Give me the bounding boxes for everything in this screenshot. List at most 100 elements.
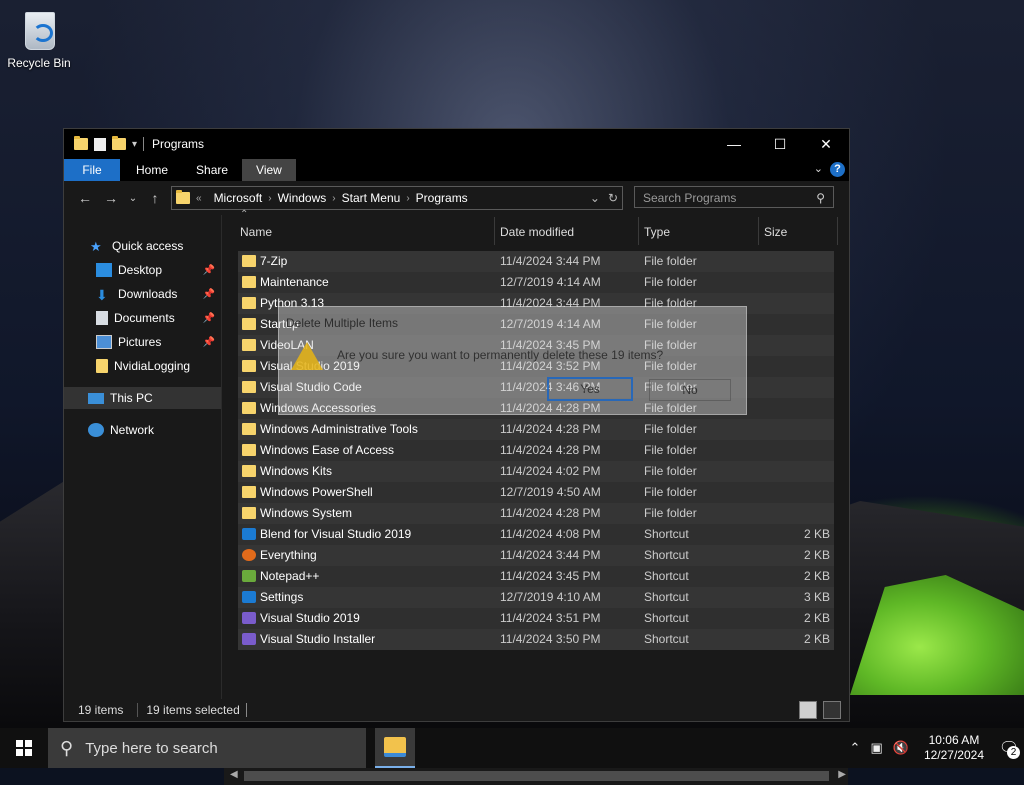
horizontal-scrollbar[interactable]: ◀ ▶ — [224, 767, 848, 785]
file-row[interactable]: Visual Studio 2019 11/4/2024 3:51 PM Short… — [238, 608, 834, 629]
close-button[interactable]: ✕ — [803, 129, 849, 159]
column-date-modified[interactable]: Date modified — [500, 225, 574, 239]
no-button[interactable]: No — [649, 379, 731, 401]
clock[interactable]: 10:06 AM 12/27/2024 — [924, 733, 984, 763]
details-view-icon[interactable] — [799, 701, 817, 719]
file-date: 11/4/2024 3:44 PM — [500, 548, 601, 562]
nav-pictures-label: Pictures — [118, 335, 162, 349]
tab-share[interactable]: Share — [182, 159, 242, 181]
scroll-right-icon[interactable]: ▶ — [838, 769, 846, 780]
file-row[interactable]: Blend for Visual Studio 2019 11/4/2024 4:… — [238, 524, 834, 545]
pin-icon[interactable]: 📌 — [203, 313, 215, 324]
breadcrumb-separator-icon[interactable]: › — [268, 193, 271, 204]
file-size: 3 KB — [803, 590, 830, 604]
column-headers: ⌃ Name Date modified Type Size — [222, 209, 849, 245]
search-input[interactable]: Search Programs ⚲ — [634, 186, 834, 208]
properties-icon[interactable] — [94, 137, 106, 151]
file-date: 11/4/2024 4:08 PM — [500, 527, 601, 541]
settings-icon — [242, 591, 256, 603]
breadcrumb-start-menu[interactable]: Start Menu — [342, 191, 401, 205]
nav-nvidialogging[interactable]: NvidiaLogging — [64, 355, 221, 377]
start-button[interactable] — [0, 728, 48, 768]
refresh-icon[interactable]: ↻ — [608, 191, 618, 205]
file-row[interactable]: Windows Administrative Tools 11/4/2024 4:… — [238, 419, 834, 440]
recycle-bin-desktop-icon[interactable]: Recycle Bin — [6, 6, 72, 70]
breadcrumb-microsoft[interactable]: Microsoft — [214, 191, 263, 205]
minimize-button[interactable]: — — [711, 129, 757, 159]
back-arrow-icon[interactable]: ← — [72, 190, 98, 206]
file-row[interactable]: Windows PowerShell 12/7/2019 4:50 AM File … — [238, 482, 834, 503]
large-icons-view-icon[interactable] — [823, 701, 841, 719]
column-size[interactable]: Size — [764, 225, 787, 239]
nav-desktop[interactable]: Desktop 📌 — [64, 259, 221, 281]
new-folder-icon[interactable] — [112, 136, 126, 150]
breadcrumb-overflow[interactable]: « — [196, 193, 202, 204]
explorer-body: ★ Quick access Desktop 📌 ⬇ Downloads 📌 D… — [64, 209, 849, 785]
scrollbar-thumb[interactable] — [244, 771, 829, 781]
nav-pictures[interactable]: Pictures 📌 — [64, 331, 221, 353]
recent-locations-icon[interactable]: ⌄ — [124, 193, 142, 204]
file-row[interactable]: Notepad++ 11/4/2024 3:45 PM Shortcut 2 KB — [238, 566, 834, 587]
pin-icon[interactable]: 📌 — [203, 337, 215, 348]
warning-icon — [291, 342, 323, 370]
maximize-button[interactable]: ☐ — [757, 129, 803, 159]
file-type: Shortcut — [644, 527, 689, 541]
file-name: Windows PowerShell — [260, 485, 373, 499]
breadcrumb-programs[interactable]: Programs — [416, 191, 468, 205]
address-dropdown-icon[interactable]: ⌄ — [590, 191, 600, 205]
nav-documents[interactable]: Documents 📌 — [64, 307, 221, 329]
breadcrumb-windows[interactable]: Windows — [278, 191, 327, 205]
taskbar-file-explorer[interactable] — [375, 728, 415, 768]
breadcrumb-separator-icon[interactable]: › — [406, 193, 409, 204]
file-name: Windows System — [260, 506, 353, 520]
up-arrow-icon[interactable]: ↑ — [142, 190, 168, 206]
breadcrumb-separator-icon[interactable]: › — [332, 193, 335, 204]
nav-quick-access[interactable]: ★ Quick access — [64, 235, 221, 257]
nav-downloads[interactable]: ⬇ Downloads 📌 — [64, 283, 221, 305]
folder-icon — [242, 465, 256, 477]
file-row[interactable]: Windows System 11/4/2024 4:28 PM File fold… — [238, 503, 834, 524]
tab-view[interactable]: View — [242, 159, 296, 181]
column-type[interactable]: Type — [644, 225, 670, 239]
file-size: 2 KB — [803, 611, 830, 625]
help-icon[interactable]: ? — [830, 162, 845, 177]
navigation-bar: ← → ⌄ ↑ « Microsoft › Windows › Start Me… — [64, 181, 849, 215]
yes-button[interactable]: Yes — [547, 377, 633, 401]
title-bar[interactable]: ▾ Programs — ☐ ✕ — [64, 129, 849, 159]
column-name[interactable]: Name — [240, 225, 272, 239]
file-row[interactable]: Settings 12/7/2019 4:10 AM Shortcut 3 KB — [238, 587, 834, 608]
file-row[interactable]: Maintenance 12/7/2019 4:14 AM File folder — [238, 272, 834, 293]
tab-file[interactable]: File — [64, 159, 120, 181]
pin-icon[interactable]: 📌 — [203, 265, 215, 276]
tab-home[interactable]: Home — [122, 159, 182, 181]
show-hidden-icons-icon[interactable]: ⌃ — [850, 740, 861, 756]
clock-time: 10:06 AM — [928, 733, 980, 747]
file-row[interactable]: 7-Zip 11/4/2024 3:44 PM File folder — [238, 251, 834, 272]
expand-ribbon-icon[interactable]: ⌄ — [814, 162, 823, 175]
folder-icon — [242, 318, 256, 330]
file-row[interactable]: Windows Kits 11/4/2024 4:02 PM File folder — [238, 461, 834, 482]
taskbar-search-box[interactable]: ⚲ Type here to search — [48, 728, 366, 768]
file-name: 7-Zip — [260, 254, 288, 268]
recycle-bin-label: Recycle Bin — [7, 56, 71, 70]
file-type: Shortcut — [644, 569, 689, 583]
network-tray-icon[interactable]: ▣ — [870, 740, 882, 756]
file-row[interactable]: Everything 11/4/2024 3:44 PM Shortcut 2 KB — [238, 545, 834, 566]
address-bar[interactable]: « Microsoft › Windows › Start Menu › Pro… — [171, 186, 623, 210]
network-icon — [88, 423, 104, 437]
action-center-button[interactable]: 🗨 2 — [994, 733, 1024, 763]
file-size: 2 KB — [803, 548, 830, 562]
customize-toolbar-icon[interactable]: ▾ — [132, 139, 137, 150]
file-row[interactable]: Visual Studio Installer 11/4/2024 3:50 PM… — [238, 629, 834, 650]
file-date: 11/4/2024 4:28 PM — [500, 422, 601, 436]
volume-muted-icon[interactable]: 🔇 — [893, 740, 909, 756]
folder-icon — [242, 486, 256, 498]
dialog-title: Delete Multiple Items — [286, 316, 399, 330]
file-row[interactable]: Windows Ease of Access 11/4/2024 4:28 PM F… — [238, 440, 834, 461]
forward-arrow-icon[interactable]: → — [98, 190, 124, 206]
nav-network[interactable]: Network — [64, 419, 221, 441]
nav-this-pc[interactable]: This PC — [64, 387, 221, 409]
vsinstaller-icon — [242, 633, 256, 645]
scroll-left-icon[interactable]: ◀ — [230, 769, 238, 780]
pin-icon[interactable]: 📌 — [203, 289, 215, 300]
